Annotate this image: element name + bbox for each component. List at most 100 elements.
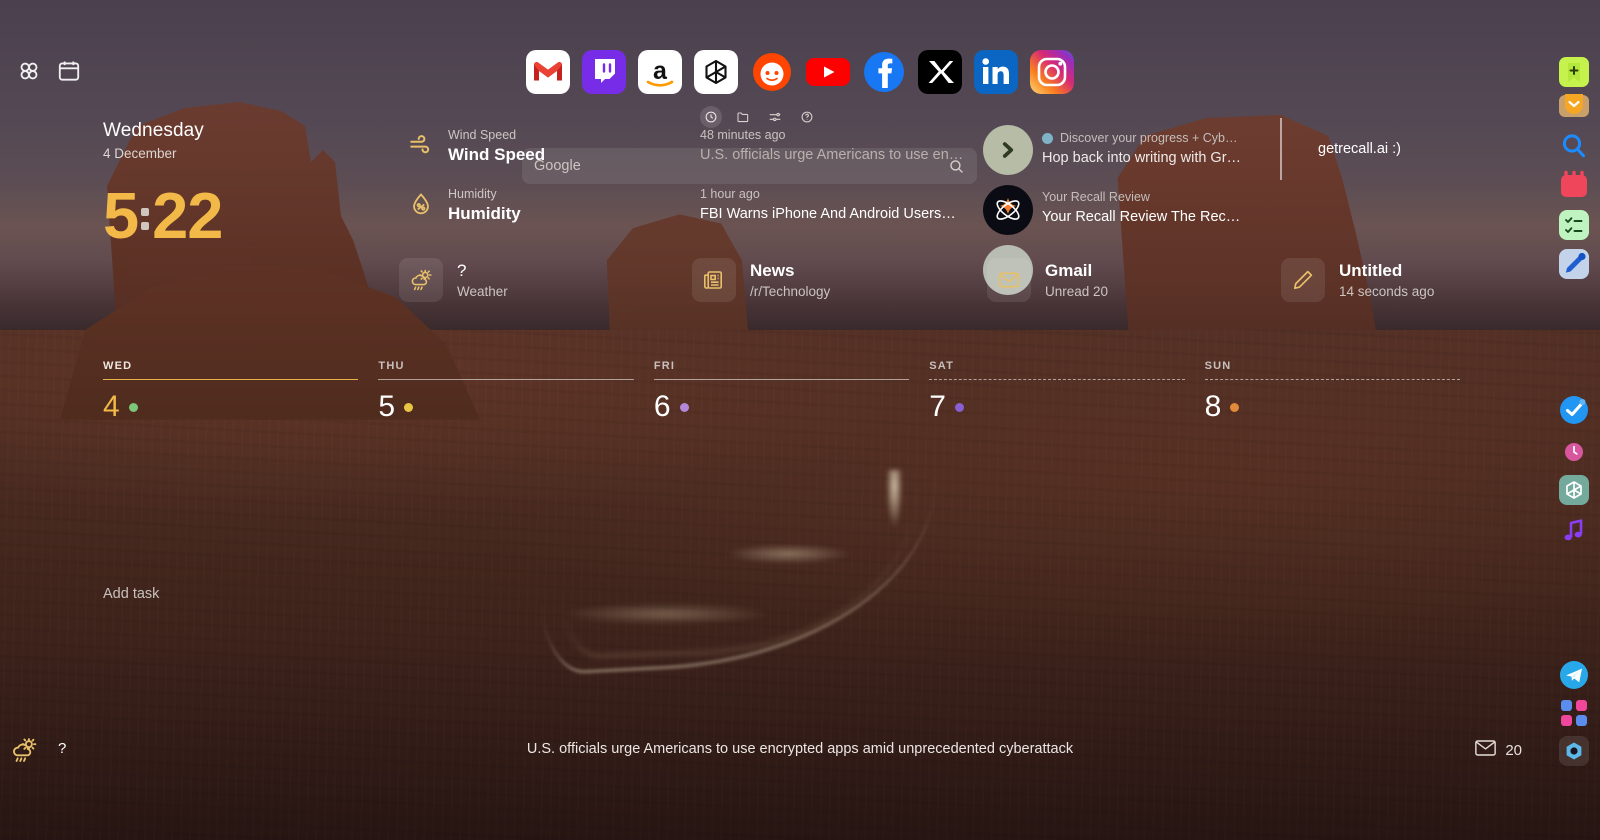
dock-app-reddit[interactable] <box>750 50 794 94</box>
linkedin-icon <box>974 50 1018 94</box>
day-number-row: 5 <box>378 392 633 422</box>
day-number: 5 <box>378 390 396 423</box>
news-timestamp: 48 minutes ago <box>700 128 786 142</box>
news-toolbar <box>700 106 818 128</box>
help-circle-icon[interactable] <box>796 106 818 128</box>
dock-app-amazon[interactable]: a <box>638 50 682 94</box>
dock-app-facebook[interactable] <box>862 50 906 94</box>
note-card[interactable]: Untitled 14 seconds ago <box>1281 258 1434 302</box>
dock-app-youtube[interactable] <box>806 50 850 94</box>
day-number: 8 <box>1204 390 1222 423</box>
note-preview-text: getrecall.ai :) <box>1318 141 1402 157</box>
day-rule <box>1204 379 1461 380</box>
wind-icon <box>408 132 434 158</box>
recent-clock-icon[interactable] <box>700 106 722 128</box>
rail-app-pocket[interactable] <box>1559 90 1589 120</box>
telegram-icon <box>1560 661 1588 689</box>
day-column-sat[interactable]: SAT 7 <box>929 360 1204 422</box>
mail-sender: Discover your progress + Cyb… <box>1060 131 1238 145</box>
reddit-icon <box>753 53 791 91</box>
weather-card[interactable]: ? Weather <box>399 258 508 302</box>
day-number-row: 8 <box>1205 392 1460 422</box>
day-column-thu[interactable]: THU 5 <box>378 360 653 422</box>
rail-app-chatgpt-rail[interactable] <box>1559 475 1589 505</box>
mail-item[interactable]: Discover your progress + Cyb… Hop back i… <box>1042 131 1247 166</box>
clock-date: 4 December <box>103 146 177 161</box>
clock-pink-icon <box>1565 443 1583 461</box>
dock-app-linkedin[interactable] <box>974 50 1018 94</box>
gmail-card-title: Gmail <box>1045 261 1093 280</box>
mail-subject: Your Recall Review The Recall Re… <box>1042 209 1247 225</box>
humidity-value: Humidity <box>448 204 521 223</box>
mail-item[interactable]: Your Recall Review Your Recall Review Th… <box>1042 190 1247 225</box>
day-column-fri[interactable]: FRI 6 <box>653 360 929 422</box>
news-timestamp: 1 hour ago <box>700 187 760 201</box>
rail-app-bookmark-add[interactable] <box>1559 57 1589 87</box>
add-task-button[interactable]: Add task <box>103 586 159 602</box>
news-card[interactable]: News /r/Technology <box>692 258 830 302</box>
rail-app-calendar-red[interactable] <box>1559 170 1589 200</box>
status-mail-count-value: 20 <box>1505 741 1522 759</box>
day-label: WED <box>103 360 133 372</box>
rail-app-search-blue[interactable] <box>1559 131 1589 161</box>
day-number-row: 7 <box>929 392 1184 422</box>
settings-gear-icon <box>1559 736 1589 766</box>
day-label: SUN <box>1204 360 1232 372</box>
folder-icon[interactable] <box>732 106 754 128</box>
news-item[interactable]: 1 hour ago FBI Warns iPhone And Android … <box>700 187 965 222</box>
news-card-title: News <box>750 261 795 280</box>
right-sidebar <box>1548 0 1600 840</box>
news-item[interactable]: 48 minutes ago U.S. officials urge Ameri… <box>700 128 965 163</box>
facebook-icon <box>864 52 904 92</box>
rail-app-tasks-green[interactable] <box>1559 210 1589 240</box>
filter-sliders-icon[interactable] <box>764 106 786 128</box>
status-mail-count[interactable]: 20 <box>1475 740 1522 760</box>
mail-subject: Hop back into writing with Gram… <box>1042 150 1247 166</box>
rail-app-music-note[interactable] <box>1559 515 1589 545</box>
pencil-icon <box>1281 258 1325 302</box>
day-event-dot <box>954 402 964 412</box>
dock-app-chatgpt[interactable] <box>694 50 738 94</box>
dock-app-gmail[interactable] <box>526 50 570 94</box>
gmail-card[interactable]: Gmail Unread 20 <box>987 258 1108 302</box>
mail-sender: Your Recall Review <box>1042 190 1150 204</box>
rail-app-apps-grid[interactable] <box>1559 698 1589 728</box>
rail-app-todoist[interactable] <box>1559 395 1589 425</box>
note-card-subtitle: 14 seconds ago <box>1339 284 1435 299</box>
status-ticker[interactable]: U.S. officials urge Americans to use enc… <box>0 741 1600 757</box>
news-title: U.S. officials urge Americans to use en… <box>700 147 964 163</box>
day-number-row: 4 <box>103 392 358 422</box>
rail-app-notes-pen[interactable] <box>1559 249 1589 279</box>
avatar <box>983 185 1033 235</box>
todoist-icon <box>1560 396 1588 424</box>
dock-app-instagram[interactable] <box>1030 50 1074 94</box>
day-column-wed[interactable]: WED 4 <box>103 360 378 422</box>
weather-sun-rain-icon <box>399 258 443 302</box>
weather-card-subtitle: Weather <box>457 284 508 299</box>
note-card-title: Untitled <box>1339 261 1403 280</box>
mail-sender-row: Discover your progress + Cyb… <box>1042 131 1247 145</box>
calendar-red-icon <box>1561 170 1587 197</box>
rail-app-settings-gear[interactable] <box>1559 736 1589 766</box>
day-number: 6 <box>653 390 671 423</box>
youtube-icon <box>806 58 850 86</box>
clock-time: 5 22 <box>103 183 223 248</box>
amazon-icon: a <box>638 50 682 94</box>
day-label: FRI <box>653 360 676 372</box>
day-label: THU <box>378 360 405 372</box>
app-dock: a <box>0 50 1600 94</box>
dock-app-twitch[interactable] <box>582 50 626 94</box>
day-number-row: 6 <box>654 392 909 422</box>
rail-app-telegram[interactable] <box>1559 660 1589 690</box>
chatgpt-rail-icon <box>1559 475 1589 505</box>
favicon <box>1042 132 1053 144</box>
clock-separator <box>138 202 152 236</box>
dock-app-x-twitter[interactable] <box>918 50 962 94</box>
newspaper-icon <box>692 258 736 302</box>
rail-app-clock-pink[interactable] <box>1559 437 1589 467</box>
day-column-sun[interactable]: SUN 8 <box>1204 360 1480 422</box>
apps-grid-icon <box>1561 700 1587 726</box>
weather-card-title: ? <box>457 261 467 280</box>
day-strip: WED 4 THU 5 FRI 6 SAT 7 SUN 8 <box>103 360 1480 422</box>
news-card-subtitle: /r/Technology <box>750 284 831 299</box>
